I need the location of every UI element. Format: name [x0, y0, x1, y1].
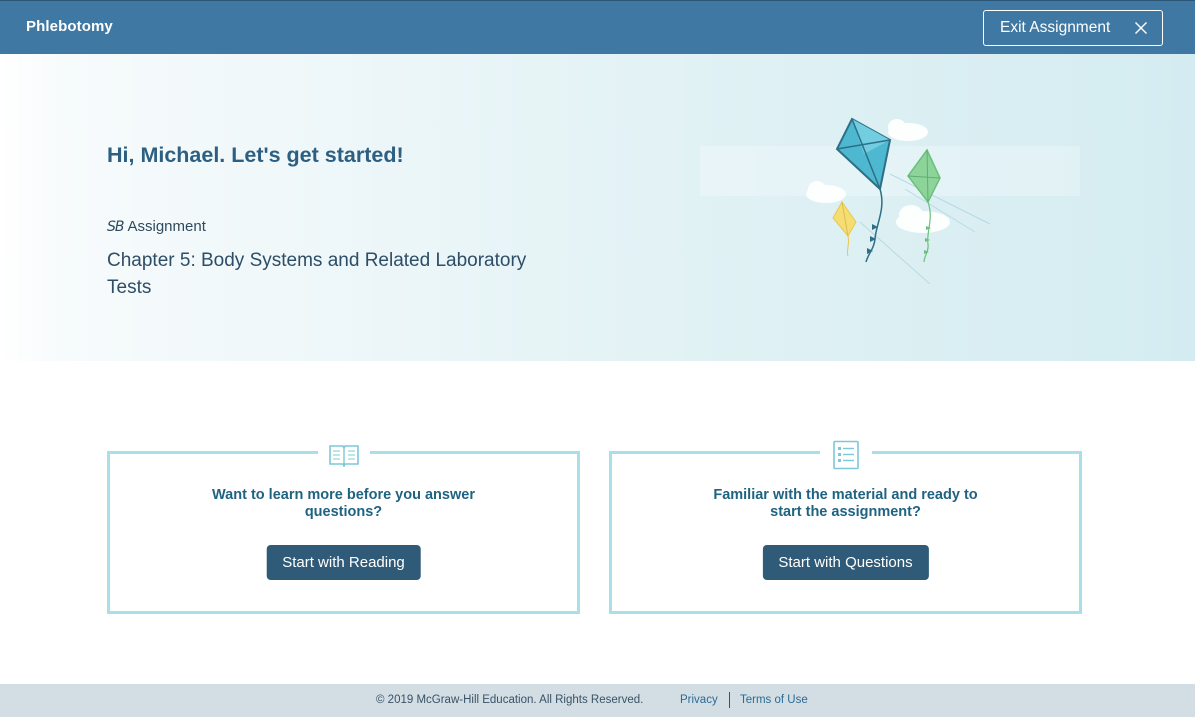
- question-list-icon: [832, 440, 859, 470]
- kites-illustration: [700, 117, 1080, 285]
- reading-card-prompt: Want to learn more before you answer que…: [212, 487, 475, 520]
- open-book-icon: [328, 445, 359, 467]
- hero-banner: Hi, Michael. Let's get started! SB Assig…: [0, 54, 1195, 361]
- close-icon: [1135, 22, 1147, 34]
- terms-of-use-link[interactable]: Terms of Use: [740, 694, 808, 706]
- smartbook-logo: SB: [107, 218, 124, 235]
- questions-card-prompt: Familiar with the material and ready to …: [713, 487, 978, 520]
- page-footer: © 2019 McGraw-Hill Education. All Rights…: [0, 684, 1195, 717]
- top-bar: Phlebotomy Exit Assignment: [0, 0, 1195, 54]
- footer-divider: [729, 692, 730, 708]
- card-icon-holder: [317, 440, 370, 470]
- questions-card: Familiar with the material and ready to …: [609, 440, 1082, 614]
- exit-assignment-button[interactable]: Exit Assignment: [983, 10, 1163, 46]
- card-icon-holder: [819, 440, 872, 470]
- assignment-type-label: Assignment: [127, 218, 206, 235]
- app-title: Phlebotomy: [26, 18, 113, 35]
- exit-assignment-label: Exit Assignment: [1000, 19, 1111, 36]
- start-with-questions-button[interactable]: Start with Questions: [762, 545, 929, 580]
- assignment-badge: SB Assignment: [107, 218, 206, 235]
- reading-card: Want to learn more before you answer que…: [107, 440, 580, 614]
- start-with-reading-button[interactable]: Start with Reading: [266, 545, 421, 580]
- greeting-heading: Hi, Michael. Let's get started!: [107, 143, 404, 167]
- chapter-title: Chapter 5: Body Systems and Related Labo…: [107, 250, 527, 298]
- privacy-link[interactable]: Privacy: [680, 694, 718, 706]
- copyright-text: © 2019 McGraw-Hill Education. All Rights…: [376, 694, 644, 706]
